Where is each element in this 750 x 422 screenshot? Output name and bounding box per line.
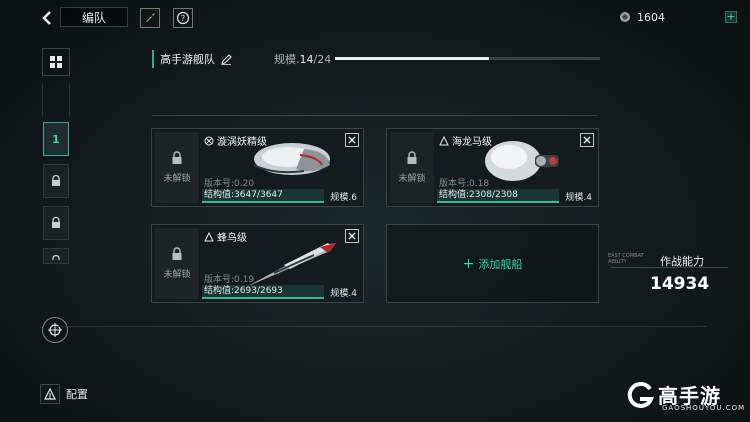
ship-lock-area: 未解锁	[390, 132, 434, 203]
ship-name: 海龙马级	[439, 133, 492, 148]
ship-scale: 规模.6	[330, 193, 357, 203]
config-button[interactable]: 配置	[40, 384, 88, 404]
ship-class-icon	[204, 231, 214, 241]
fleet-name: 高手游舰队	[152, 50, 232, 68]
ship-name: 漩涡妖精级	[204, 133, 267, 148]
add-ship-label: 添加舰船	[478, 257, 523, 271]
question-icon: ?	[176, 11, 190, 25]
lock-icon	[52, 175, 60, 186]
fleet-scale-label: 规模.14/24	[274, 51, 331, 67]
ship-name: 蜂鸟级	[204, 229, 247, 244]
section-divider	[152, 115, 598, 116]
ship-scale: 规模.4	[565, 193, 592, 203]
close-icon	[348, 232, 356, 240]
ship-structure-bar	[202, 297, 324, 299]
remove-ship-button[interactable]	[345, 133, 359, 147]
fleet-slot-1[interactable]: 1	[43, 122, 69, 156]
watermark-domain: GAOSHOUYOU.COM	[662, 404, 746, 412]
lock-icon	[407, 151, 417, 164]
fleet-scale-current: 14	[299, 53, 314, 66]
ship-name-text: 海龙马级	[452, 137, 492, 148]
ship-card[interactable]: 未解锁 海龙马级 版本号:0.18 结构值:2308/2308 规模.4	[386, 128, 599, 207]
grid-icon	[50, 56, 62, 68]
ship-name-text: 漩涡妖精级	[217, 137, 267, 148]
ship-card[interactable]: 未解锁 蜂鸟级 版本号:0.19 结构值:2693/2693 规模.4	[151, 224, 364, 303]
bottom-divider	[56, 326, 706, 327]
ship-version: 版本号:0.18	[439, 179, 490, 189]
rocket-icon	[146, 13, 155, 22]
edit-icon[interactable]	[221, 53, 232, 65]
crosshair-icon	[48, 323, 62, 337]
ship-structure-bar	[202, 201, 324, 203]
config-icon-box	[40, 384, 60, 404]
close-icon	[583, 136, 591, 144]
power-tag: EAST COMBAT ABILITY	[608, 253, 644, 265]
ship-scale: 规模.4	[330, 289, 357, 299]
power-value: 14934	[650, 274, 710, 294]
chevron-left-icon	[42, 11, 51, 25]
lock-status: 未解锁	[163, 174, 191, 184]
ship-structure: 结构值:2308/2308	[437, 189, 559, 201]
ship-class-icon	[439, 135, 449, 145]
ship-version: 版本号:0.20	[204, 179, 255, 189]
lock-icon	[52, 255, 60, 260]
lock-icon	[172, 151, 182, 164]
ship-class-icon	[204, 136, 214, 145]
ship-structure-bar	[437, 201, 559, 203]
fleet-config-icon	[44, 388, 56, 400]
lock-status: 未解锁	[163, 270, 191, 280]
svg-text:?: ?	[181, 14, 185, 23]
config-label: 配置	[66, 388, 88, 401]
ship-lock-area: 未解锁	[155, 132, 199, 203]
fleet-scale-fill	[335, 57, 489, 60]
rail-line	[42, 83, 70, 117]
plus-icon: +	[462, 255, 475, 272]
remove-ship-button[interactable]	[580, 133, 594, 147]
ship-structure: 结构值:2693/2693	[202, 285, 324, 297]
back-button[interactable]	[36, 7, 58, 29]
fleet-slot-3-locked[interactable]	[43, 206, 69, 240]
brand-logo-icon	[627, 381, 654, 408]
ship-lock-area: 未解锁	[155, 228, 199, 299]
lock-icon	[172, 247, 182, 260]
ship-image	[485, 141, 559, 181]
currency-value: 1604	[637, 10, 665, 24]
currency-display: 1604 +	[618, 8, 737, 26]
grid-view-button[interactable]	[42, 48, 70, 76]
ship-name-text: 蜂鸟级	[217, 233, 247, 244]
help-button[interactable]: ?	[173, 8, 193, 28]
fleet-slot-2-locked[interactable]	[43, 164, 69, 198]
add-ship-button[interactable]: + 添加舰船	[386, 224, 599, 303]
crest-icon	[620, 12, 630, 22]
target-button[interactable]	[42, 317, 68, 343]
ship-card[interactable]: 未解锁 漩涡妖精级 版本号:0.20 结构值:3647/3647 规模.6	[151, 128, 364, 207]
rocket-button[interactable]	[140, 8, 160, 28]
ship-structure: 结构值:3647/3647	[202, 189, 324, 201]
lock-icon	[52, 217, 60, 228]
remove-ship-button[interactable]	[345, 229, 359, 243]
close-icon	[348, 136, 356, 144]
fleet-scale-max: /24	[313, 53, 332, 66]
fleet-scale-prefix: 规模.	[274, 53, 300, 66]
add-currency-button[interactable]: +	[725, 11, 737, 23]
lock-status: 未解锁	[398, 174, 426, 184]
fleet-slot-4-locked[interactable]	[43, 248, 69, 264]
page-title: 编队	[60, 7, 128, 27]
ship-version: 版本号:0.19	[204, 275, 255, 285]
ship-image	[246, 243, 336, 287]
fleet-name-text: 高手游舰队	[160, 53, 215, 66]
